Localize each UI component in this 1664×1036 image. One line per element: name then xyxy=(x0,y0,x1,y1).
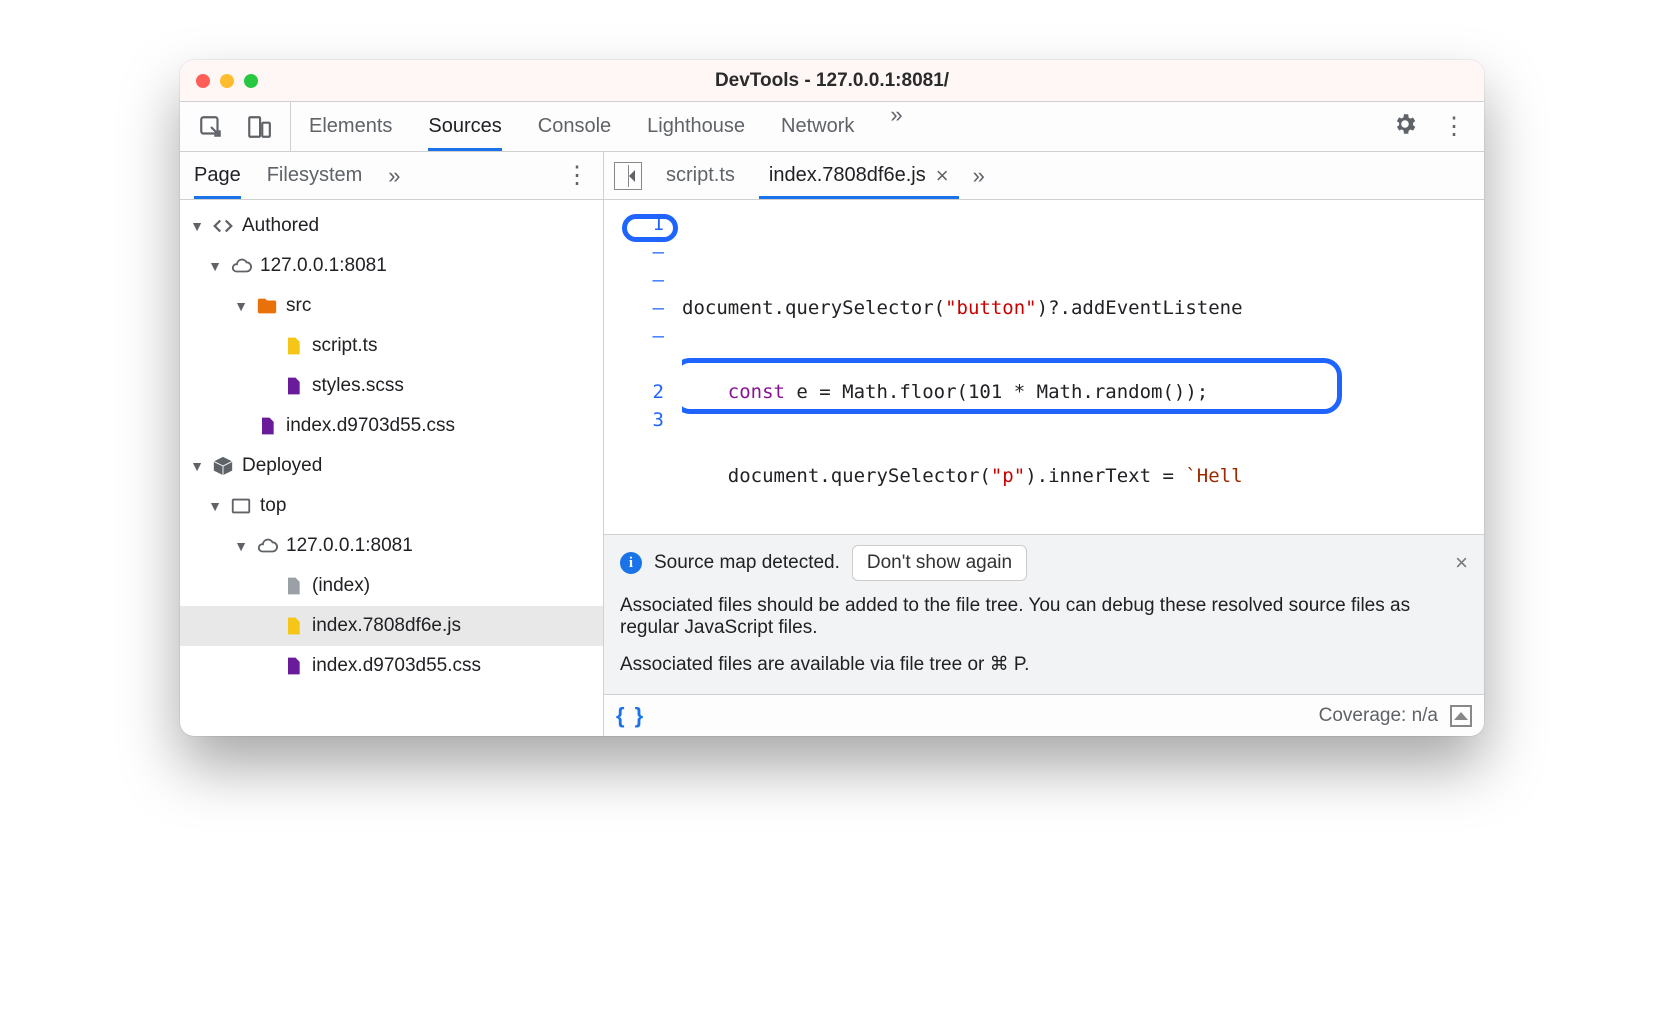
minimize-window-button[interactable] xyxy=(220,74,234,88)
tree-authored[interactable]: ▼ Authored xyxy=(180,206,603,246)
tab-sources[interactable]: Sources xyxy=(428,102,501,151)
toggle-navigator-icon[interactable] xyxy=(614,162,642,190)
zoom-window-button[interactable] xyxy=(244,74,258,88)
tree-file-styles-scss[interactable]: styles.scss xyxy=(180,366,603,406)
cloud-icon xyxy=(256,535,278,557)
tree-src-folder[interactable]: ▼ src xyxy=(180,286,603,326)
chevron-down-icon: ▼ xyxy=(208,258,222,274)
tree-label: 127.0.0.1:8081 xyxy=(286,535,413,557)
tree-label: (index) xyxy=(312,575,370,597)
navigator-tab-filesystem[interactable]: Filesystem xyxy=(267,152,363,199)
tree-label: Deployed xyxy=(242,455,322,477)
device-toolbar-icon[interactable] xyxy=(246,114,272,140)
tab-elements[interactable]: Elements xyxy=(309,102,392,151)
panel-tabs-bar: Elements Sources Console Lighthouse Netw… xyxy=(180,102,1484,152)
close-window-button[interactable] xyxy=(196,74,210,88)
editor-tab-script-ts[interactable]: script.ts xyxy=(656,152,745,199)
tree-label: Authored xyxy=(242,215,319,237)
editor-pane: script.ts index.7808df6e.js × » 1 – – – … xyxy=(604,152,1484,736)
infobar-body-1: Associated files should be added to the … xyxy=(620,595,1468,639)
file-tree: ▼ Authored ▼ 127.0.0.1:8081 ▼ src xyxy=(180,200,603,736)
kebab-menu-icon[interactable]: ⋮ xyxy=(1442,115,1466,139)
source-map-infobar: i Source map detected. Don't show again … xyxy=(604,534,1484,694)
code-editor[interactable]: 1 – – – – 2 3 document.querySelector("bu… xyxy=(604,200,1484,534)
chevron-down-icon: ▼ xyxy=(234,298,248,314)
more-tabs-icon[interactable]: » xyxy=(890,102,902,151)
folder-icon xyxy=(256,295,278,317)
tree-label: index.d9703d55.css xyxy=(286,415,455,437)
editor-tab-index-js[interactable]: index.7808df6e.js × xyxy=(759,152,959,199)
line-dash: – xyxy=(604,266,664,294)
infobar-body-2: Associated files are available via file … xyxy=(620,653,1468,676)
tab-console[interactable]: Console xyxy=(538,102,611,151)
code-content: document.querySelector("button")?.addEve… xyxy=(682,210,1484,534)
editor-status-bar: { } Coverage: n/a xyxy=(604,694,1484,736)
show-console-drawer-icon[interactable] xyxy=(1450,705,1472,727)
line-number: 1 xyxy=(604,210,664,238)
navigator-more-icon[interactable]: » xyxy=(388,163,400,189)
tree-label: script.ts xyxy=(312,335,377,357)
devtools-window: DevTools - 127.0.0.1:8081/ Elements Sour… xyxy=(180,60,1484,736)
file-css-icon xyxy=(256,415,278,437)
pretty-print-icon[interactable]: { } xyxy=(616,703,645,729)
chevron-down-icon: ▼ xyxy=(190,458,204,474)
tree-label: index.d9703d55.css xyxy=(312,655,481,677)
tree-file-index-js[interactable]: index.7808df6e.js xyxy=(180,606,603,646)
tab-lighthouse[interactable]: Lighthouse xyxy=(647,102,745,151)
navigator-tab-page[interactable]: Page xyxy=(194,152,241,199)
file-doc-icon xyxy=(282,575,304,597)
tab-network[interactable]: Network xyxy=(781,102,854,151)
package-icon xyxy=(212,455,234,477)
settings-icon[interactable] xyxy=(1392,111,1418,142)
cloud-icon xyxy=(230,255,252,277)
file-css-icon xyxy=(282,375,304,397)
tree-file-index[interactable]: (index) xyxy=(180,566,603,606)
tree-label: styles.scss xyxy=(312,375,404,397)
editor-tab-label: script.ts xyxy=(666,164,735,187)
tree-file-index-css-b[interactable]: index.d9703d55.css xyxy=(180,646,603,686)
code-icon xyxy=(212,215,234,237)
tree-file-script-ts[interactable]: script.ts xyxy=(180,326,603,366)
navigator-pane: Page Filesystem » ⋮ ▼ Authored ▼ 127.0.0… xyxy=(180,152,604,736)
window-title: DevTools - 127.0.0.1:8081/ xyxy=(180,70,1484,92)
traffic-lights xyxy=(196,74,258,88)
line-numbers-gutter[interactable]: 1 – – – – 2 3 xyxy=(604,210,682,534)
inspect-element-icon[interactable] xyxy=(198,114,224,140)
tree-file-index-css-a[interactable]: index.d9703d55.css xyxy=(180,406,603,446)
close-tab-icon[interactable]: × xyxy=(936,165,949,187)
tree-top[interactable]: ▼ top xyxy=(180,486,603,526)
file-js-icon xyxy=(282,615,304,637)
tree-label: top xyxy=(260,495,286,517)
info-icon: i xyxy=(620,552,642,574)
line-dash: – xyxy=(604,238,664,266)
file-css-icon xyxy=(282,655,304,677)
tree-host[interactable]: ▼ 127.0.0.1:8081 xyxy=(180,246,603,286)
file-js-icon xyxy=(282,335,304,357)
chevron-down-icon: ▼ xyxy=(234,538,248,554)
line-number: 3 xyxy=(604,406,664,434)
tree-label: 127.0.0.1:8081 xyxy=(260,255,387,277)
titlebar: DevTools - 127.0.0.1:8081/ xyxy=(180,60,1484,102)
close-infobar-icon[interactable]: × xyxy=(1455,550,1468,576)
line-number: 2 xyxy=(604,378,664,406)
chevron-down-icon: ▼ xyxy=(208,498,222,514)
editor-tab-label: index.7808df6e.js xyxy=(769,164,926,187)
infobar-title: Source map detected. xyxy=(654,552,840,574)
line-dash: – xyxy=(604,322,664,350)
frame-icon xyxy=(230,495,252,517)
tree-deployed[interactable]: ▼ Deployed xyxy=(180,446,603,486)
navigator-kebab-icon[interactable]: ⋮ xyxy=(565,164,589,188)
editor-more-tabs-icon[interactable]: » xyxy=(973,163,985,189)
dont-show-again-button[interactable]: Don't show again xyxy=(852,545,1027,581)
tree-host-deployed[interactable]: ▼ 127.0.0.1:8081 xyxy=(180,526,603,566)
tree-label: src xyxy=(286,295,311,317)
line-dash: – xyxy=(604,294,664,322)
chevron-down-icon: ▼ xyxy=(190,218,204,234)
coverage-label: Coverage: n/a xyxy=(1319,705,1438,727)
tree-label: index.7808df6e.js xyxy=(312,615,461,637)
